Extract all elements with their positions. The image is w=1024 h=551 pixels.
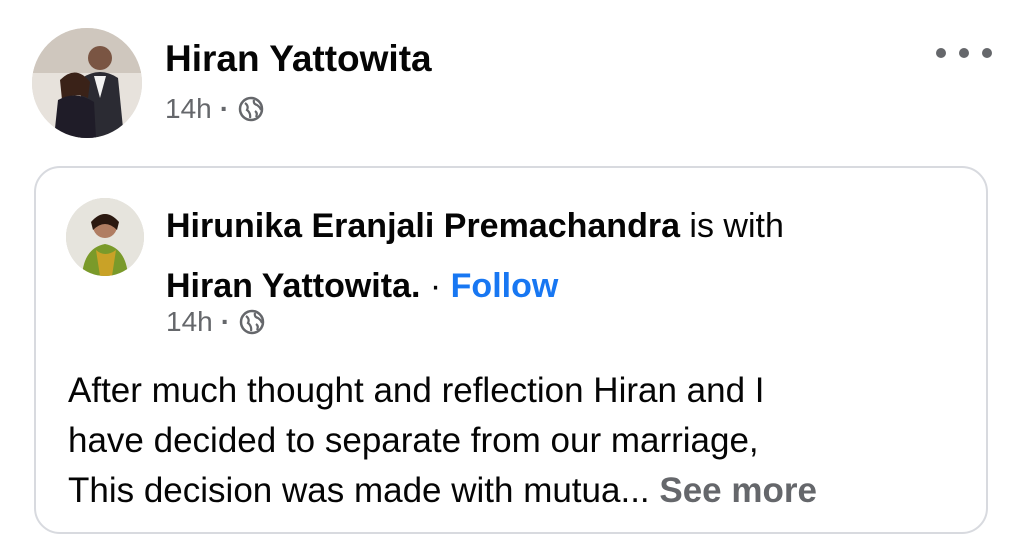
shared-meta-separator: · <box>220 306 231 337</box>
post-text-line: have decided to separate from our marria… <box>68 421 759 460</box>
shared-post-time[interactable]: 14h <box>166 306 213 338</box>
shared-post-text: After much thought and reflection Hiran … <box>68 366 968 516</box>
meta-separator: · <box>219 93 230 124</box>
globe-icon[interactable] <box>238 308 266 336</box>
tagged-person[interactable]: Hiran Yattowita. <box>166 267 420 305</box>
post-time[interactable]: 14h <box>165 93 212 125</box>
author-name[interactable]: Hiran Yattowita <box>165 38 432 80</box>
post-header: Hiran Yattowita 14h · <box>0 0 1024 160</box>
shared-author-avatar[interactable] <box>66 198 144 276</box>
globe-icon[interactable] <box>237 95 265 123</box>
shared-post-meta: 14h · <box>166 306 266 338</box>
shared-post-header: Hirunika Eranjali Premachandra is with H… <box>166 196 966 316</box>
follow-button[interactable]: Follow <box>451 267 559 305</box>
post-text-line-last: This decision was made with mutua... See… <box>68 466 968 516</box>
post-meta: 14h · <box>165 93 265 125</box>
author-avatar-image <box>32 28 142 138</box>
see-more-link[interactable]: See more <box>659 471 817 510</box>
post-text-line: After much thought and reflection Hiran … <box>68 371 765 410</box>
shared-author-avatar-image <box>66 198 144 276</box>
follow-separator: · <box>420 267 451 305</box>
shared-post-card[interactable]: Hirunika Eranjali Premachandra is with H… <box>34 166 988 534</box>
author-avatar[interactable] <box>32 28 142 138</box>
shared-author-name[interactable]: Hirunika Eranjali Premachandra <box>166 207 680 245</box>
more-options-button[interactable] <box>936 38 992 68</box>
more-horizontal-icon <box>936 48 946 58</box>
post-text-line: This decision was made with mutua... <box>68 471 660 510</box>
with-text: is with <box>679 207 784 245</box>
